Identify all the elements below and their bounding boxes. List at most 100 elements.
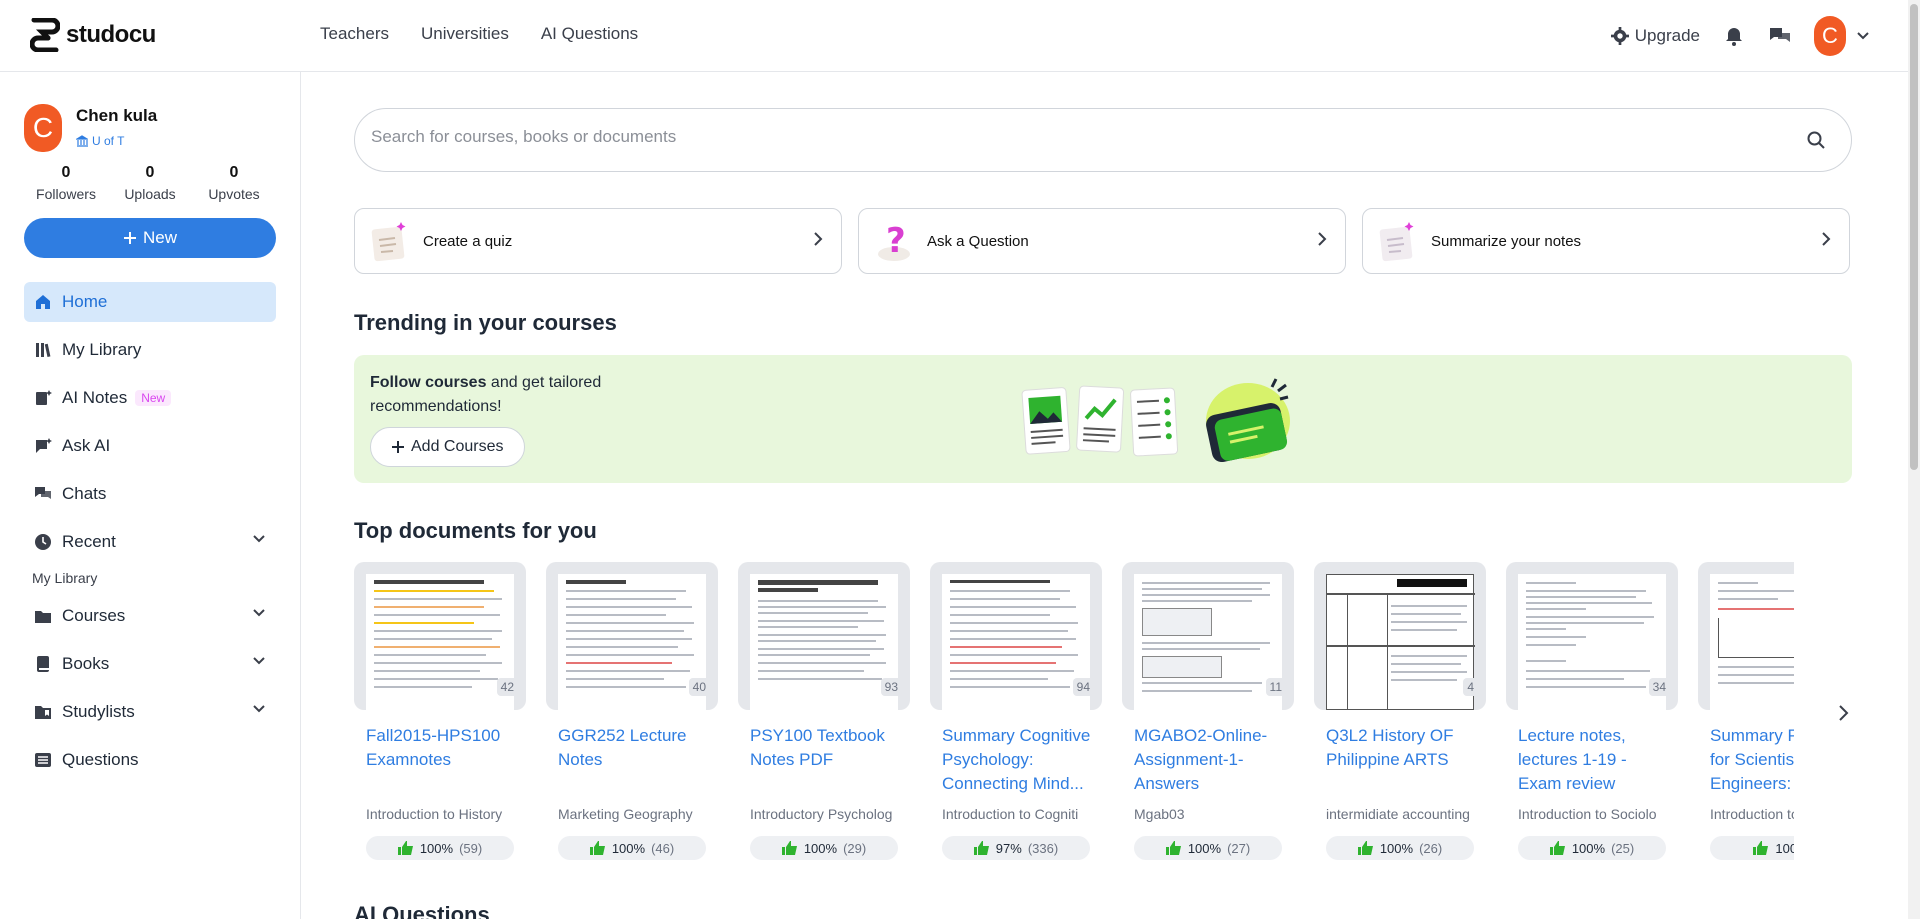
profile-university[interactable]: U of T [76,134,157,148]
page-count: 40 [688,678,710,696]
sidebar-item-questions[interactable]: Questions [24,740,276,780]
book-icon [34,655,52,673]
studocu-logo[interactable]: studocu [30,18,156,52]
svg-text:?: ? [886,221,906,261]
document-title[interactable]: Summary Cognitive Psychology: Connecting… [930,724,1096,796]
sidebar-item-home[interactable]: Home [24,282,276,322]
avatar: C [1814,16,1846,56]
sidebar-item-my-library[interactable]: My Library [24,330,276,370]
messages-button[interactable] [1768,24,1792,48]
courses-illustration [1021,378,1290,463]
upgrade-button[interactable]: Upgrade [1610,26,1700,46]
rating-percent: 100% [611,840,646,856]
document-title[interactable]: Lecture notes, lectures 1-19 - Exam revi… [1506,724,1672,796]
sidebar-item-label: Ask AI [62,436,111,455]
rating-percent: 97% [995,840,1022,856]
sidebar-item-ask-ai[interactable]: Ask AI [24,426,276,466]
stat-value: 0 [145,164,155,181]
chevron-down-icon[interactable] [252,534,266,544]
document-card[interactable]: 34 Lecture notes, lectures 1-19 - Exam r… [1506,562,1678,860]
stat-upvotes[interactable]: 0 Upvotes [192,164,276,202]
plus-icon [123,232,136,244]
sidebar-item-studylists[interactable]: Studylists [24,692,276,732]
page-scrollbar[interactable] [1908,0,1920,919]
search-bar[interactable] [354,108,1852,172]
document-course[interactable]: intermidiate accounting [1314,806,1474,822]
sidebar-item-books[interactable]: Books [24,644,276,684]
document-rating: 100% [1710,836,1794,860]
document-card[interactable]: 42 Fall2015-HPS100 Examnotes Introductio… [354,562,526,860]
rating-count: (25) [1611,840,1635,856]
document-title[interactable]: Fall2015-HPS100 Examnotes [354,724,520,796]
document-course[interactable]: Introduction to Sociolo [1506,806,1666,822]
chevron-down-icon[interactable] [252,704,266,714]
document-course[interactable]: Introductory Psycholog [738,806,898,822]
thumbs-up-icon [781,841,797,855]
nav-universities[interactable]: Universities [421,24,509,44]
document-course[interactable]: Introduction to Cogniti [930,806,1090,822]
document-title[interactable]: MGABO2-Online-Assignment-1-Answers [1122,724,1288,796]
sidebar-item-courses[interactable]: Courses [24,596,276,636]
summarize-notes-card[interactable]: Summarize your notes [1362,208,1850,274]
page-count: 93 [880,678,902,696]
sidebar-item-label: My Library [62,340,142,359]
document-course[interactable]: Mgab03 [1122,806,1282,822]
document-course[interactable]: Marketing Geography [546,806,706,822]
sidebar-item-chats[interactable]: Chats [24,474,276,514]
scrollbar-thumb[interactable] [1910,4,1918,470]
sidebar-item-label: Questions [62,750,139,769]
home-icon [34,293,52,311]
stat-uploads[interactable]: 0 Uploads [108,164,192,202]
notifications-button[interactable] [1722,24,1746,48]
stat-followers[interactable]: 0 Followers [24,164,108,202]
search-icon[interactable] [1807,131,1825,149]
document-card[interactable]: 11 MGABO2-Online-Assignment-1-Answers Mg… [1122,562,1294,860]
document-title[interactable]: Summary Physics for Scientists and Engin… [1698,724,1794,796]
carousel-next-icon[interactable] [1838,704,1850,722]
stat-value: 0 [229,164,239,181]
document-title[interactable]: PSY100 Textbook Notes PDF [738,724,904,796]
document-card[interactable]: 4 Q3L2 History OF Philippine ARTS interm… [1314,562,1486,860]
rating-count: (59) [459,840,483,856]
plus-icon [392,441,404,453]
document-thumbnail: 42 [354,562,526,710]
quick-actions: Create a quiz ? Ask a Question Summarize… [354,208,1852,274]
action-label: Ask a Question [927,232,1029,250]
new-button[interactable]: New [24,218,276,258]
document-card[interactable]: Summary Physics for Scientists and Engin… [1698,562,1794,860]
document-course[interactable]: Introduction to History [354,806,514,822]
document-rating: 100% (25) [1518,836,1666,860]
search-input[interactable] [371,127,1771,147]
document-title[interactable]: Q3L2 History OF Philippine ARTS [1314,724,1480,796]
document-course[interactable]: Introduction to [1698,806,1794,822]
document-title[interactable]: GGR252 Lecture Notes [546,724,712,796]
thumbs-up-icon [397,841,413,855]
chevron-down-icon[interactable] [252,608,266,618]
rating-percent: 100% [419,840,454,856]
profile[interactable]: C Chen kula U of T [24,104,157,152]
document-card[interactable]: 40 GGR252 Lecture Notes Marketing Geogra… [546,562,718,860]
chevron-down-icon[interactable] [252,656,266,666]
nav-teachers[interactable]: Teachers [320,24,389,44]
document-rating: 100% (27) [1134,836,1282,860]
document-card[interactable]: 94 Summary Cognitive Psychology: Connect… [930,562,1102,860]
ask-question-card[interactable]: ? Ask a Question [858,208,1346,274]
trending-banner: Follow courses and get tailored recommen… [354,355,1852,483]
create-quiz-card[interactable]: Create a quiz [354,208,842,274]
rating-count: (29) [843,840,867,856]
quiz-icon [371,222,406,262]
sidebar-item-recent[interactable]: Recent [24,522,276,562]
top-documents-heading: Top documents for you [354,518,597,543]
document-card[interactable]: 93 PSY100 Textbook Notes PDF Introductor… [738,562,910,860]
thumbs-up-icon [1357,841,1373,855]
account-menu[interactable]: C [1814,16,1870,56]
add-courses-button[interactable]: Add Courses [370,427,525,467]
ask-ai-icon [34,437,52,455]
page-count: 42 [496,678,518,696]
rating-percent: 100% [1775,840,1794,856]
sidebar-item-ai-notes[interactable]: AI Notes New [24,378,276,418]
sidebar-nav: Home My Library AI Notes New Ask AI Chat… [24,282,276,788]
thumbs-up-icon [1753,841,1769,855]
rating-count: (46) [651,840,675,856]
nav-ai-questions[interactable]: AI Questions [541,24,638,44]
